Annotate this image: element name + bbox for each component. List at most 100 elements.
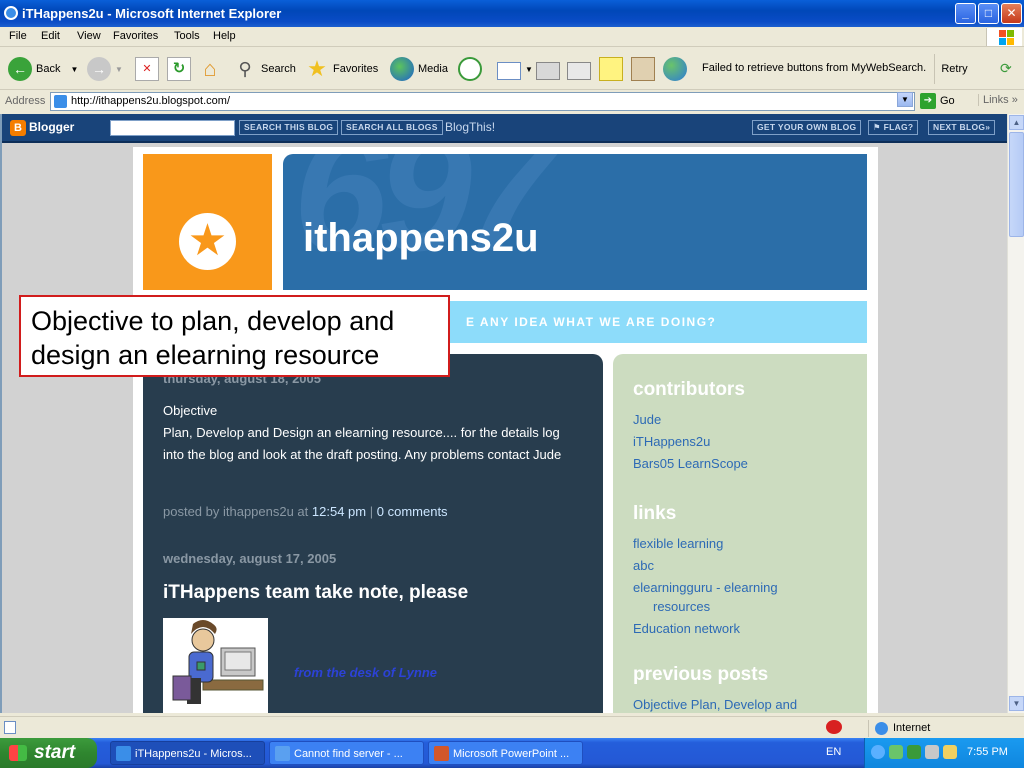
network-icon[interactable] — [889, 745, 903, 759]
post-image — [163, 618, 268, 713]
contributors-heading: contributors — [633, 379, 745, 400]
system-tray: 7:55 PM — [864, 738, 1024, 768]
address-dropdown-icon[interactable]: ▼ — [897, 92, 913, 107]
go-button[interactable]: ➔ Go — [920, 93, 955, 109]
start-button[interactable]: start — [0, 738, 97, 768]
address-label: Address — [5, 95, 46, 107]
ie-icon — [116, 746, 131, 761]
contributor-link[interactable]: iTHappens2u — [633, 434, 710, 449]
hardware-icon[interactable] — [925, 745, 939, 759]
research-button[interactable] — [631, 54, 659, 84]
discuss-button[interactable] — [599, 54, 627, 84]
tray-expand-icon[interactable] — [871, 745, 885, 759]
print-button[interactable] — [536, 54, 564, 84]
taskbar-item-powerpoint[interactable]: Microsoft PowerPoint ... — [428, 741, 583, 765]
search-all-blogs-button[interactable]: SEARCH ALL BLOGS — [341, 120, 443, 135]
favorites-button[interactable]: ★ Favorites — [305, 54, 378, 84]
blog-title[interactable]: ithappens2u — [303, 216, 539, 261]
edit-button[interactable] — [567, 54, 595, 84]
main-column: thursday, august 18, 2005 Objective Plan… — [143, 354, 603, 713]
messenger-button[interactable] — [663, 54, 691, 84]
search-this-blog-button[interactable]: SEARCH THIS BLOG — [239, 120, 339, 135]
blogger-logo[interactable]: B Blogger — [10, 120, 74, 136]
post-author: posted by ithappens2u at — [163, 504, 309, 519]
window-title: iTHappens2u - Microsoft Internet Explore… — [22, 6, 282, 21]
menu-view[interactable]: View — [77, 30, 101, 42]
menu-favorites[interactable]: Favorites — [113, 30, 158, 42]
menu-tools[interactable]: Tools — [174, 30, 200, 42]
blogger-search-input[interactable] — [110, 120, 235, 136]
history-icon — [458, 57, 482, 81]
minimize-button[interactable]: _ — [955, 3, 976, 24]
menu-file[interactable]: File — [9, 30, 27, 42]
mail-button[interactable]: ▼ — [497, 54, 533, 84]
forward-button[interactable]: → ▼ — [87, 54, 123, 84]
history-button[interactable] — [458, 54, 486, 84]
blog-logo-box: ★ — [143, 154, 272, 290]
window-titlebar: iTHappens2u - Microsoft Internet Explore… — [0, 0, 1024, 27]
vertical-scrollbar[interactable]: ▲ ▼ — [1007, 114, 1024, 713]
retry-button[interactable]: Retry — [934, 54, 974, 84]
taskbar: start iTHappens2u - Micros... Cannot fin… — [0, 738, 1024, 768]
messenger-tray-icon[interactable] — [907, 745, 921, 759]
forward-dropdown-icon[interactable]: ▼ — [115, 65, 123, 74]
zone-label: Internet — [893, 722, 931, 734]
scroll-up-icon[interactable]: ▲ — [1009, 115, 1024, 130]
sidebar-link[interactable]: Education network — [633, 621, 740, 636]
media-button[interactable]: Media — [390, 54, 448, 84]
sidebar: contributors Jude iTHappens2u Bars05 Lea… — [613, 354, 867, 713]
search-button[interactable]: ⚲ Search — [233, 54, 296, 84]
taskbar-item-ie[interactable]: iTHappens2u - Micros... — [110, 741, 265, 765]
blocked-icon — [826, 720, 842, 734]
messenger-icon — [663, 57, 687, 81]
language-indicator[interactable]: EN — [826, 746, 841, 758]
search-icon: ⚲ — [238, 59, 252, 79]
address-input[interactable]: http://ithappens2u.blogspot.com/ — [50, 92, 915, 111]
menu-edit[interactable]: Edit — [41, 30, 60, 42]
mail-icon — [497, 61, 521, 80]
media-icon — [390, 57, 414, 81]
next-blog-button[interactable]: NEXT BLOG» — [928, 120, 996, 135]
sidebar-link[interactable]: flexible learning — [633, 536, 723, 551]
page-done-icon — [4, 721, 16, 734]
print-icon — [536, 61, 560, 80]
toolbar-refresh-icon[interactable]: ⟳ — [1000, 60, 1012, 77]
blog-description: E ANY IDEA WHAT WE ARE DOING? — [466, 315, 717, 329]
scroll-thumb[interactable] — [1009, 132, 1024, 237]
sidebar-link-continuation[interactable]: resources — [653, 599, 710, 614]
annotation-callout: Objective to plan, develop and design an… — [19, 295, 450, 377]
menu-help[interactable]: Help — [213, 30, 236, 42]
search-label: Search — [261, 63, 296, 75]
windows-flag-icon — [9, 745, 27, 761]
links-toolbar[interactable]: Links » — [978, 94, 1018, 106]
sidebar-link[interactable]: abc — [633, 558, 654, 573]
volume-icon[interactable] — [943, 745, 957, 759]
sidebar-link[interactable]: elearningguru - elearning — [633, 580, 778, 595]
close-button[interactable]: ✕ — [1001, 3, 1022, 24]
stop-icon: ✕ — [135, 57, 159, 81]
post-title[interactable]: iTHappens team take note, please — [163, 582, 468, 604]
callout-line: design an elearning resource — [31, 340, 380, 370]
refresh-button[interactable]: ↻ — [167, 54, 195, 84]
media-label: Media — [418, 63, 448, 75]
stop-button[interactable]: ✕ — [135, 54, 163, 84]
taskbar-item-cannot-find[interactable]: Cannot find server - ... — [269, 741, 424, 765]
post-comments-link[interactable]: 0 comments — [377, 504, 448, 519]
back-dropdown-icon[interactable]: ▼ — [70, 65, 78, 74]
contributor-link[interactable]: Jude — [633, 412, 661, 427]
favorites-label: Favorites — [333, 63, 379, 75]
post-time-link[interactable]: 12:54 pm — [312, 504, 366, 519]
flag-button[interactable]: ⚑ FLAG? — [868, 120, 919, 135]
home-button[interactable]: ⌂ — [198, 54, 226, 84]
blogthis-link[interactable]: BlogThis! — [445, 120, 495, 134]
back-button[interactable]: ← Back ▼ — [8, 54, 78, 84]
get-your-own-blog-button[interactable]: GET YOUR OWN BLOG — [752, 120, 862, 135]
maximize-button[interactable]: □ — [978, 3, 999, 24]
previous-post-link[interactable]: Objective Plan, Develop and — [633, 697, 797, 712]
mail-dropdown-icon[interactable]: ▼ — [525, 65, 533, 74]
discuss-icon — [599, 57, 623, 81]
scroll-down-icon[interactable]: ▼ — [1009, 696, 1024, 711]
forward-arrow-icon: → — [87, 57, 111, 81]
post-date: wednesday, august 17, 2005 — [163, 551, 337, 566]
contributor-link[interactable]: Bars05 LearnScope — [633, 456, 748, 471]
